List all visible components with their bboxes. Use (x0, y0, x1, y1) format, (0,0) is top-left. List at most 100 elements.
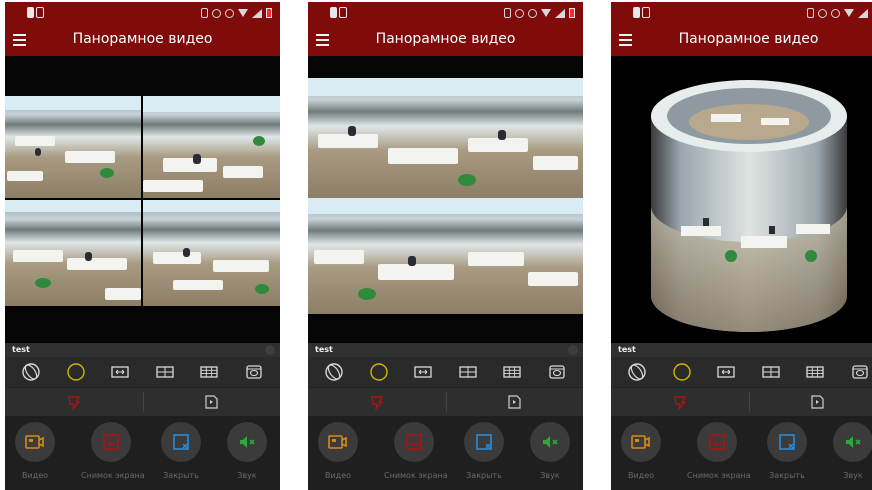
cylinder-icon[interactable] (243, 361, 265, 383)
ptz-control-bar (5, 388, 280, 416)
audio-talk-icon[interactable] (143, 388, 281, 416)
video-record-button[interactable]: Видео (11, 422, 59, 480)
audio-talk-icon[interactable] (749, 388, 872, 416)
screenshot-button[interactable]: Снимок экрана (687, 422, 751, 480)
sound-muted-icon (543, 436, 558, 448)
status-bar (611, 2, 872, 24)
fisheye-circle-icon[interactable] (671, 361, 693, 383)
split-four-icon[interactable] (198, 361, 220, 383)
panorama-expand-icon[interactable] (412, 361, 434, 383)
fisheye-circle-icon[interactable] (368, 361, 390, 383)
close-button[interactable]: Закрыть (157, 422, 205, 480)
audio-talk-icon[interactable] (446, 388, 584, 416)
panorama-expand-icon[interactable] (715, 361, 737, 383)
notification-icon (339, 7, 347, 18)
ptz-control-bar (611, 388, 872, 416)
device-name: test (12, 345, 30, 354)
panorama-strip-1 (308, 78, 583, 198)
vibrate-icon (807, 8, 814, 18)
alarm-icon (212, 8, 221, 18)
bluetooth-icon (831, 8, 840, 18)
video-icon (25, 435, 44, 449)
split-two-icon[interactable] (760, 361, 782, 383)
battery-icon (266, 8, 272, 18)
close-button[interactable]: Закрыть (460, 422, 508, 480)
page-title: Панорамное видео (678, 31, 819, 47)
cylinder-icon[interactable] (546, 361, 568, 383)
notification-icon (330, 7, 337, 18)
cylinder-icon[interactable] (849, 361, 871, 383)
notification-icon (642, 7, 650, 18)
sphere-icon[interactable] (20, 361, 42, 383)
status-indicator (568, 345, 578, 355)
video-record-button[interactable]: Видео (314, 422, 362, 480)
alarm-icon (818, 8, 827, 18)
video-view[interactable] (308, 56, 583, 343)
view-mode-bar (611, 357, 872, 387)
split-four-icon[interactable] (804, 361, 826, 383)
device-info-bar: test (5, 343, 280, 357)
signal-icon (555, 8, 565, 18)
split-four-icon[interactable] (501, 361, 523, 383)
sound-muted-icon (846, 436, 861, 448)
camera-quadrant-2 (143, 96, 280, 198)
fisheye-circle-icon[interactable] (65, 361, 87, 383)
bluetooth-icon (528, 8, 537, 18)
video-record-button[interactable]: Видео (617, 422, 665, 480)
page-title: Панорамное видео (72, 31, 213, 47)
status-indicator (265, 345, 275, 355)
notification-icon (27, 7, 34, 18)
signal-icon (858, 8, 868, 18)
wifi-icon (844, 9, 854, 17)
split-two-icon[interactable] (457, 361, 479, 383)
status-bar (308, 2, 583, 24)
camera-quadrant-3 (5, 200, 141, 306)
close-square-icon (476, 434, 492, 450)
app-bar: Панорамное видео (308, 24, 583, 56)
panorama-strip-2 (308, 198, 583, 314)
vibrate-icon (504, 8, 511, 18)
status-icons (504, 5, 575, 21)
sound-muted-icon (240, 436, 255, 448)
device-name: test (618, 345, 636, 354)
screenshot-icon (103, 434, 119, 450)
app-bar: Панорамное видео (611, 24, 872, 56)
screenshot-button[interactable]: Снимок экрана (384, 422, 448, 480)
notification-icon (36, 7, 44, 18)
action-bar: Видео Снимок экрана Закрыть Звук (611, 416, 872, 490)
video-view[interactable] (611, 56, 872, 343)
status-icons (201, 5, 272, 21)
page-title: Панорамное видео (375, 31, 516, 47)
bluetooth-icon (225, 8, 234, 18)
close-button[interactable]: Закрыть (763, 422, 811, 480)
device-name: test (315, 345, 333, 354)
sound-button[interactable]: Звук (526, 422, 574, 480)
phone-screen-1: Панорамное видео test Видео Снимок экран… (5, 2, 280, 490)
cruise-icon[interactable] (5, 388, 143, 416)
video-icon (631, 435, 650, 449)
close-square-icon (173, 434, 189, 450)
sound-button[interactable]: Звук (829, 422, 872, 480)
action-bar: Видео Снимок экрана Закрыть Звук (5, 416, 280, 490)
wifi-icon (238, 9, 248, 17)
camera-quadrant-1 (5, 96, 141, 198)
screenshot-icon (709, 434, 725, 450)
close-square-icon (779, 434, 795, 450)
phone-screen-3: Панорамное видео test Видео Снимок экран… (611, 2, 872, 490)
device-info-bar: test (308, 343, 583, 357)
device-info-bar: test (611, 343, 872, 357)
screenshot-button[interactable]: Снимок экрана (81, 422, 145, 480)
sound-button[interactable]: Звук (223, 422, 271, 480)
split-two-icon[interactable] (154, 361, 176, 383)
sphere-icon[interactable] (323, 361, 345, 383)
cruise-icon[interactable] (611, 388, 749, 416)
notification-icon (633, 7, 640, 18)
status-bar (5, 2, 280, 24)
panorama-expand-icon[interactable] (109, 361, 131, 383)
video-view[interactable] (5, 56, 280, 343)
sphere-icon[interactable] (626, 361, 648, 383)
camera-quadrant-4 (143, 200, 280, 306)
cruise-icon[interactable] (308, 388, 446, 416)
signal-icon (252, 8, 262, 18)
wifi-icon (541, 9, 551, 17)
